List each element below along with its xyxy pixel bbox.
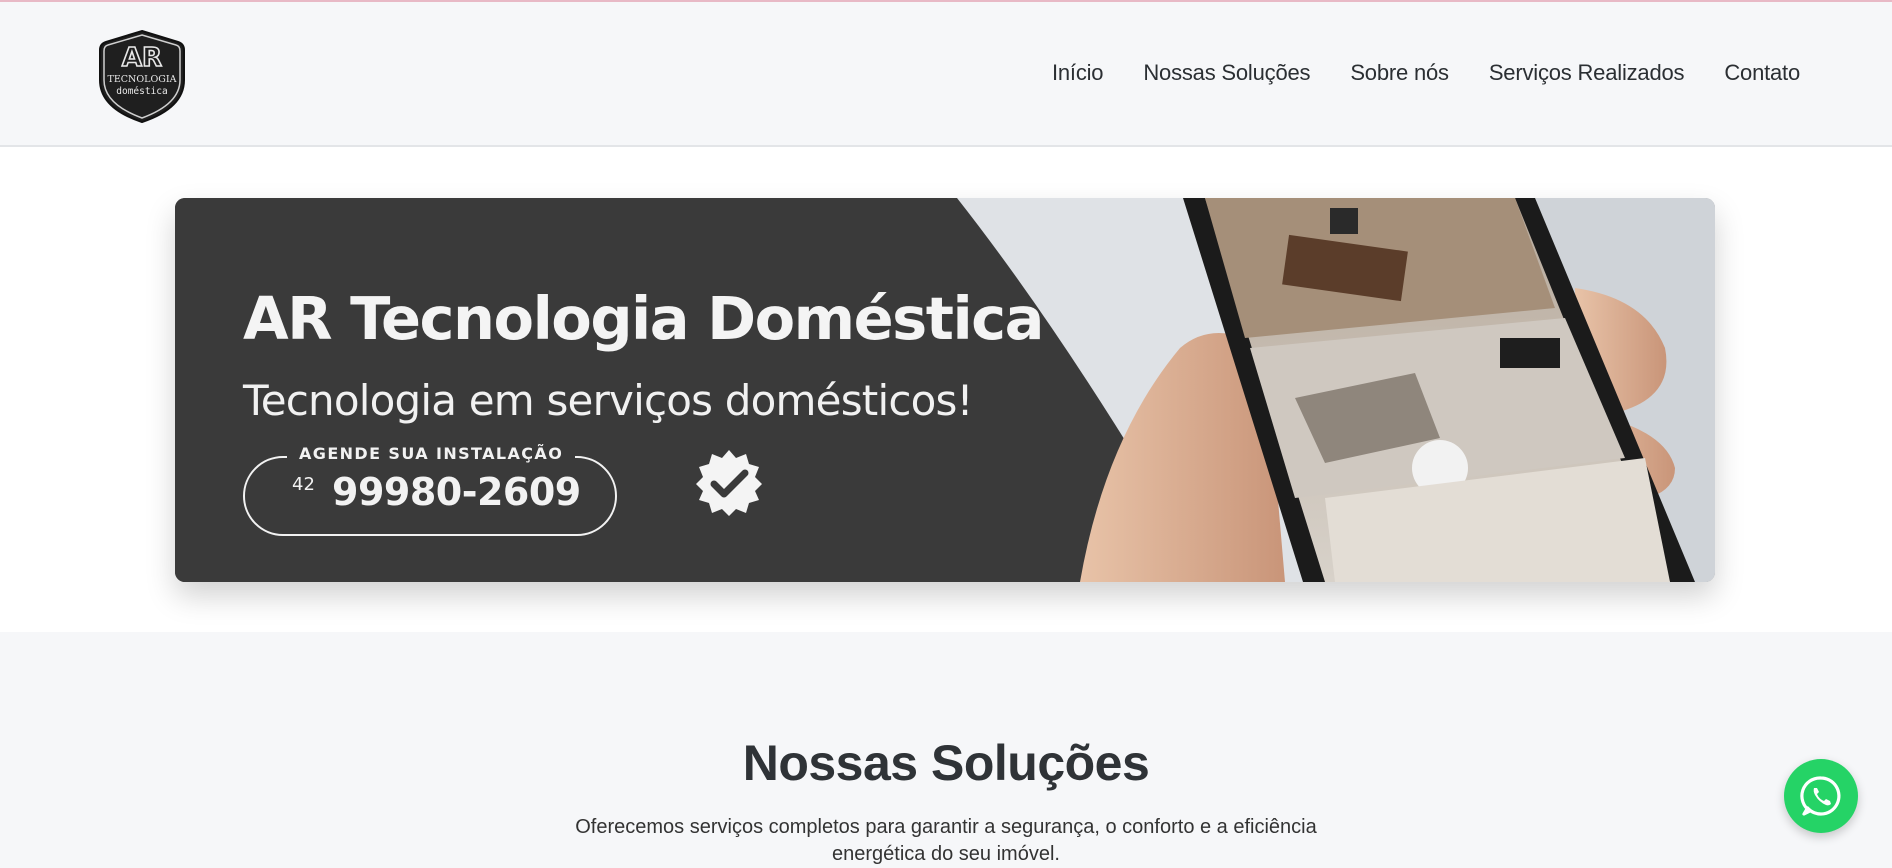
logo-text-tecnologia: TECNOLOGIA (108, 74, 177, 85)
logo-text-domestica: doméstica (116, 86, 167, 97)
hero-section: AR Tecnologia Doméstica Tecnologia em se… (0, 149, 1892, 632)
nav-contato[interactable]: Contato (1724, 60, 1800, 86)
whatsapp-icon (1800, 776, 1841, 816)
whatsapp-button[interactable] (1784, 759, 1858, 833)
banner-title: AR Tecnologia Doméstica (243, 284, 1044, 353)
logo-text-ar: AR (122, 43, 162, 73)
site-logo[interactable]: AR TECNOLOGIA doméstica (96, 28, 188, 124)
banner-subtitle: Tecnologia em serviços domésticos! (243, 376, 973, 425)
verified-badge-icon (696, 450, 762, 516)
nav-inicio[interactable]: Início (1052, 60, 1104, 86)
phone-number: 99980-2609 (332, 470, 581, 514)
main-nav: Início Nossas Soluções Sobre nós Serviço… (1052, 60, 1800, 86)
solutions-section: Nossas Soluções Oferecemos serviços comp… (0, 632, 1892, 868)
hero-banner: AR Tecnologia Doméstica Tecnologia em se… (175, 198, 1715, 582)
nav-sobre-nos[interactable]: Sobre nós (1350, 60, 1449, 86)
solutions-description: Oferecemos serviços completos para garan… (575, 816, 1317, 865)
phone-area-code: 42 (292, 474, 315, 495)
solutions-heading: Nossas Soluções (742, 735, 1150, 791)
phone-cta-caption: AGENDE SUA INSTALAÇÃO (287, 444, 576, 463)
nav-nossas-solucoes[interactable]: Nossas Soluções (1143, 60, 1310, 86)
site-header: AR TECNOLOGIA doméstica Início Nossas So… (0, 2, 1892, 147)
nav-servicos-realizados[interactable]: Serviços Realizados (1489, 60, 1685, 86)
